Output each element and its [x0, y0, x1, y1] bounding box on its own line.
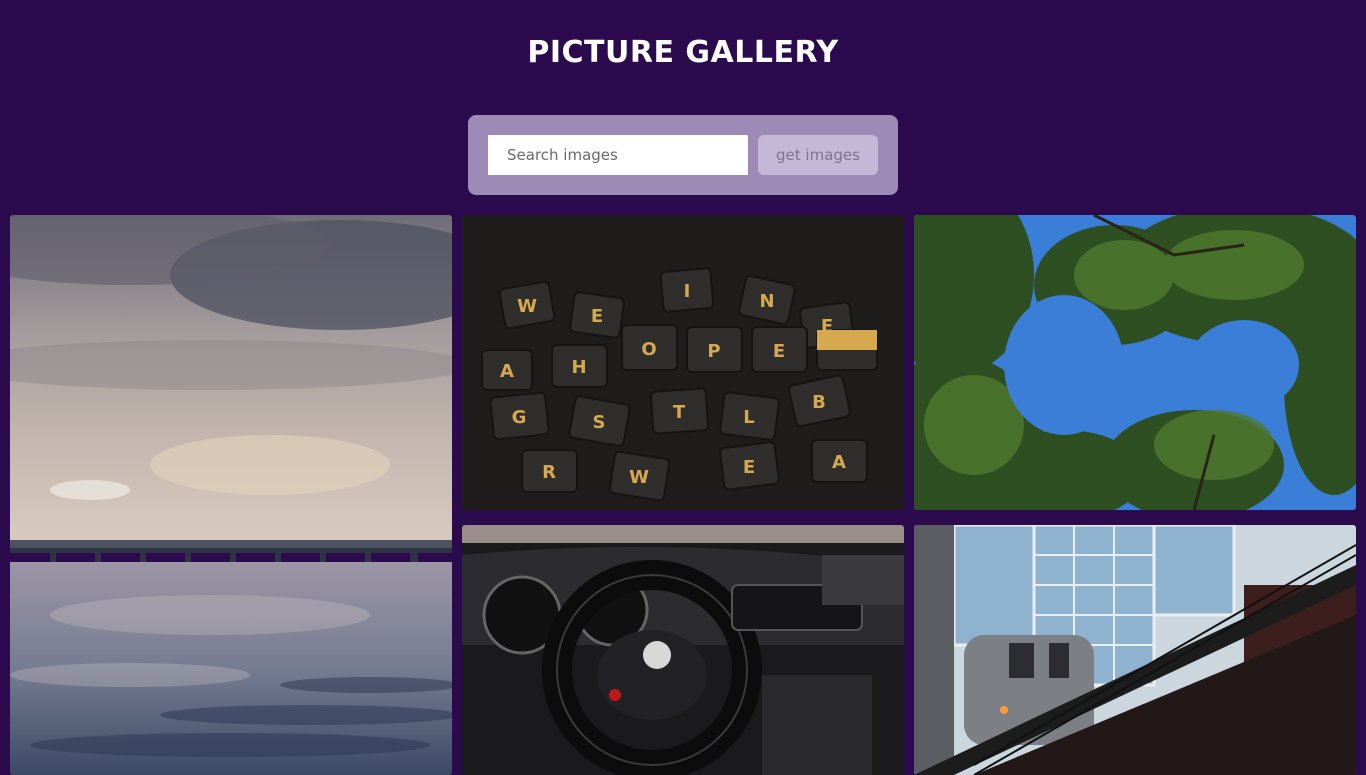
svg-text:W: W	[517, 296, 537, 317]
svg-text:L: L	[743, 407, 754, 428]
svg-text:O: O	[641, 339, 656, 360]
svg-text:E: E	[591, 306, 603, 327]
svg-text:E: E	[773, 341, 785, 362]
svg-text:G: G	[512, 407, 527, 428]
get-images-button[interactable]: get images	[758, 135, 878, 175]
gallery-image-car-interior[interactable]	[462, 525, 904, 775]
svg-text:B: B	[812, 392, 826, 413]
svg-text:A: A	[500, 361, 514, 382]
gallery-image-trees[interactable]	[914, 215, 1356, 510]
search-input[interactable]	[488, 135, 748, 175]
svg-text:N: N	[759, 291, 774, 312]
svg-text:H: H	[571, 357, 586, 378]
page-title: PICTURE GALLERY	[527, 35, 839, 70]
gallery-image-scrabble[interactable]: W E I N E A H O P E G S T L B R W E A	[462, 215, 904, 510]
svg-text:R: R	[542, 462, 556, 483]
gallery-image-train[interactable]	[914, 525, 1356, 775]
search-panel: get images	[468, 115, 898, 195]
svg-text:P: P	[707, 341, 720, 362]
svg-text:I: I	[684, 281, 691, 302]
gallery-image-seascape[interactable]	[10, 215, 452, 775]
svg-text:S: S	[593, 412, 606, 433]
svg-text:A: A	[832, 452, 846, 473]
svg-text:E: E	[743, 457, 755, 478]
svg-text:W: W	[629, 467, 649, 488]
svg-text:T: T	[673, 402, 686, 423]
